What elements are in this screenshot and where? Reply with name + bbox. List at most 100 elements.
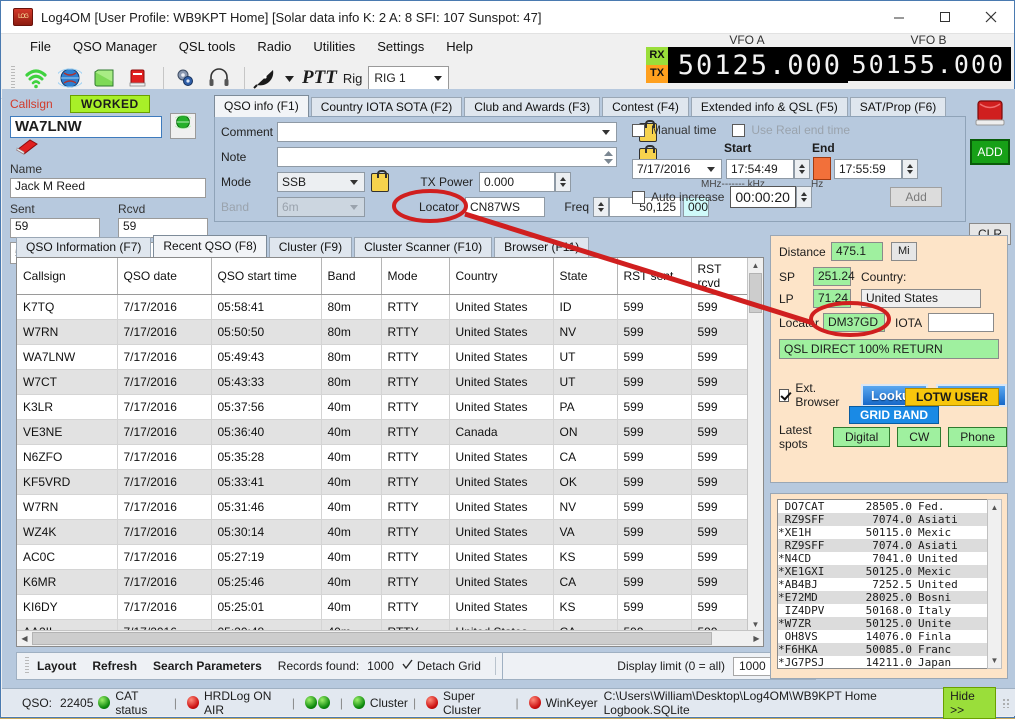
txpower-input[interactable]: 0.000 xyxy=(479,172,555,192)
tab-qso-information[interactable]: QSO Information (F7) xyxy=(16,237,152,257)
detach-grid-check-icon[interactable] xyxy=(402,659,413,673)
tab-qso-info[interactable]: QSO info (F1) xyxy=(214,95,309,117)
tab-sat-prop[interactable]: SAT/Prop (F6) xyxy=(849,97,947,117)
note-input[interactable] xyxy=(277,147,617,167)
hscroll-thumb[interactable] xyxy=(32,632,712,645)
spot-row[interactable]: OH8VS 14076.0 Finla xyxy=(778,630,988,643)
search-parameters-button[interactable]: Search Parameters xyxy=(153,659,262,673)
column-header-rst-sent[interactable]: RST sent xyxy=(617,258,692,295)
spot-row[interactable]: *N4CD 7041.0 United xyxy=(778,552,988,565)
column-header-qso-date[interactable]: QSO date xyxy=(117,258,212,295)
txpower-spinner[interactable] xyxy=(555,172,571,192)
table-row[interactable]: KI6DY 7/17/2016 05:25:01 40m RTTY United Stat… xyxy=(17,594,751,620)
table-row[interactable]: AC0C 7/17/2016 05:27:19 40m RTTY United State… xyxy=(17,544,751,570)
table-row[interactable]: K7TQ 7/17/2016 05:58:41 80m RTTY United State… xyxy=(17,294,751,320)
vfo-a-display[interactable]: 50125.000 xyxy=(668,47,848,83)
column-header-band[interactable]: Band xyxy=(321,258,382,295)
vfo-b-display[interactable]: 50155.000 xyxy=(846,47,1011,81)
tab-club-and-awards[interactable]: Club and Awards (F3) xyxy=(464,97,601,117)
tab-recent-qso[interactable]: Recent QSO (F8) xyxy=(153,235,267,257)
table-row[interactable]: WZ4K 7/17/2016 05:30:14 40m RTTY United State… xyxy=(17,519,751,545)
qso-date-input[interactable]: 7/17/2016 xyxy=(632,158,722,179)
freq-spinner[interactable] xyxy=(593,197,609,217)
ptt-label[interactable]: PTT xyxy=(302,67,337,89)
cw-spots-button[interactable]: CW xyxy=(897,427,942,447)
close-icon[interactable] xyxy=(968,1,1014,33)
start-time-input[interactable]: 17:54:49 xyxy=(726,158,794,179)
refresh-button[interactable]: Refresh xyxy=(92,659,137,673)
band-select[interactable]: 6m xyxy=(277,197,365,217)
menu-item-file[interactable]: File xyxy=(19,36,62,57)
vscroll-thumb[interactable] xyxy=(749,273,762,313)
spot-row[interactable]: *F6HKA 50085.0 Franc xyxy=(778,643,988,656)
table-row[interactable]: K3LR 7/17/2016 05:37:56 40m RTTY United State… xyxy=(17,394,751,420)
satellite-dropdown-caret[interactable] xyxy=(285,71,294,85)
rig-select[interactable]: RIG 1 xyxy=(368,66,450,90)
column-header-qso-start-time[interactable]: QSO start time xyxy=(211,258,322,295)
auto-increase-spinner[interactable] xyxy=(796,186,813,208)
spot-row[interactable]: IZ4DPV 50168.0 Italy xyxy=(778,604,988,617)
spot-row[interactable]: *AB4BJ 7252.5 United xyxy=(778,578,988,591)
table-row[interactable]: W7RN 7/17/2016 05:31:46 40m RTTY United State… xyxy=(17,494,751,520)
menu-item-qsl-tools[interactable]: QSL tools xyxy=(168,36,247,57)
tab-extended-info-qsl[interactable]: Extended info & QSL (F5) xyxy=(690,97,848,117)
column-header-rst-rcvd[interactable]: RST rcvd xyxy=(691,258,751,295)
menu-item-radio[interactable]: Radio xyxy=(246,36,302,57)
table-row[interactable]: W7CT 7/17/2016 05:43:33 80m RTTY United State… xyxy=(17,369,751,395)
tab-browser[interactable]: Browser (F11) xyxy=(494,237,590,257)
spot-row[interactable]: *JG7PSJ 14211.0 Japan xyxy=(778,656,988,668)
layout-button[interactable]: Layout xyxy=(37,659,76,673)
detach-grid-button[interactable]: Detach Grid xyxy=(417,659,481,673)
name-input[interactable]: Jack M Reed xyxy=(10,178,206,198)
spot-row[interactable]: *XE1GXI 50125.0 Mexic xyxy=(778,565,988,578)
scroll-up-icon[interactable]: ▲ xyxy=(748,258,763,273)
auto-increase-input[interactable]: 00:00:20 xyxy=(730,186,797,208)
menu-item-qso-manager[interactable]: QSO Manager xyxy=(62,36,168,57)
digital-spots-button[interactable]: Digital xyxy=(832,427,891,447)
resize-grip[interactable] xyxy=(1001,697,1011,708)
spots-scroll-down-icon[interactable]: ▼ xyxy=(988,653,1001,668)
column-header-state[interactable]: State xyxy=(553,258,618,295)
mailbox-icon[interactable] xyxy=(974,99,1006,129)
scroll-left-icon[interactable]: ◀ xyxy=(17,631,32,646)
maximize-icon[interactable] xyxy=(922,1,968,33)
spot-row[interactable]: *W7ZR 50125.0 Unite xyxy=(778,617,988,630)
comment-input[interactable] xyxy=(277,122,617,142)
column-header-callsign[interactable]: Callsign xyxy=(17,258,118,295)
start-time-spinner[interactable] xyxy=(794,158,810,179)
manual-time-checkbox[interactable] xyxy=(632,123,645,137)
hide-button[interactable]: Hide >> xyxy=(943,686,996,719)
spot-row[interactable]: *E72MD 28025.0 Bosni xyxy=(778,591,988,604)
toolbar-grip[interactable] xyxy=(11,66,15,90)
table-row[interactable]: WA7LNW 7/17/2016 05:49:43 80m RTTY United Sta… xyxy=(17,344,751,370)
spots-list[interactable]: DO7CAT 28505.0 Fed. RZ9SFF 7074.0 Asiati *XE1… xyxy=(777,499,989,669)
ext-browser-checkbox[interactable] xyxy=(779,388,790,402)
table-row[interactable]: KF5VRD 7/17/2016 05:33:41 40m RTTY United Sta… xyxy=(17,469,751,495)
menu-item-settings[interactable]: Settings xyxy=(366,36,435,57)
tab-country-iota-sota[interactable]: Country IOTA SOTA (F2) xyxy=(310,97,463,117)
menu-item-help[interactable]: Help xyxy=(435,36,484,57)
tab-cluster-scanner[interactable]: Cluster Scanner (F10) xyxy=(354,237,493,257)
mode-select[interactable]: SSB xyxy=(277,172,365,192)
phone-spots-button[interactable]: Phone xyxy=(948,427,1007,447)
add-button[interactable]: ADD xyxy=(970,139,1010,165)
spot-row[interactable]: DO7CAT 28505.0 Fed. xyxy=(778,500,988,513)
unit-toggle-button[interactable]: Mi xyxy=(891,242,917,261)
column-header-country[interactable]: Country xyxy=(449,258,554,295)
globe-lookup-icon[interactable] xyxy=(170,113,197,139)
grid-vertical-scrollbar[interactable]: ▲ ▼ xyxy=(747,258,763,632)
iota-value[interactable] xyxy=(928,313,995,332)
table-row[interactable]: VE3NE 7/17/2016 05:36:40 40m RTTY Canada ON 599… xyxy=(17,419,751,445)
spot-row[interactable]: RZ9SFF 7074.0 Asiati xyxy=(778,513,988,526)
end-time-input[interactable]: 17:55:59 xyxy=(834,158,902,179)
spots-scroll-up-icon[interactable]: ▲ xyxy=(988,500,1001,515)
spot-row[interactable]: RZ9SFF 7074.0 Asiati xyxy=(778,539,988,552)
spots-scrollbar[interactable]: ▲ ▼ xyxy=(987,499,1002,669)
menu-item-utilities[interactable]: Utilities xyxy=(302,36,366,57)
add-qso-button[interactable]: Add xyxy=(890,187,942,207)
recent-qso-grid[interactable]: Callsign QSO date QSO start time Band Mode Co… xyxy=(16,257,764,647)
table-row[interactable]: W7RN 7/17/2016 05:50:50 80m RTTY United State… xyxy=(17,319,751,345)
callsign-input[interactable]: WA7LNW xyxy=(10,116,162,138)
spot-row[interactable]: *XE1H 50115.0 Mexic xyxy=(778,526,988,539)
use-real-end-time-checkbox[interactable] xyxy=(732,123,746,137)
